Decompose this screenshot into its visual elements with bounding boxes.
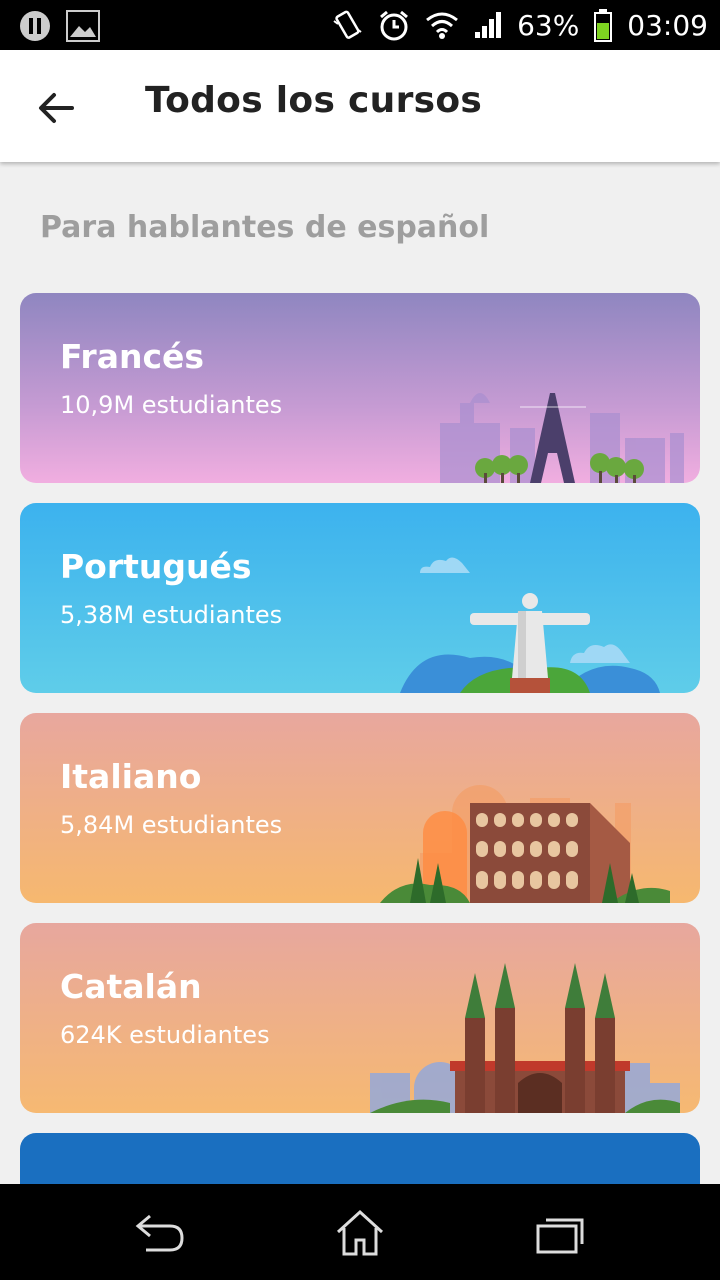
battery-icon [594,9,613,42]
course-students: 10,9M estudiantes [60,391,283,419]
pause-icon [20,11,50,41]
battery-percent: 63% [517,8,580,42]
course-name: Portugués [60,547,252,586]
status-bar: 63% 03:09 [0,0,720,50]
clock: 03:09 [627,8,708,42]
section-heading: Para hablantes de español [40,210,490,245]
course-students: 5,38M estudiantes [60,601,283,629]
app-bar: Todos los cursos [0,50,720,162]
course-name: Catalán [60,967,202,1006]
nav-home-icon[interactable] [332,1208,388,1258]
page-title: Todos los cursos [145,80,483,121]
image-icon [66,10,100,42]
course-students: 5,84M estudiantes [60,811,283,839]
course-students: 624K estudiantes [60,1021,270,1049]
course-card-portugues[interactable]: Portugués 5,38M estudiantes [20,503,700,693]
wifi-icon [426,12,458,39]
course-name: Italiano [60,757,202,796]
alarm-icon [380,10,409,41]
system-nav-bar [0,1184,720,1280]
castle-illustration [370,963,680,1113]
course-card-catalan[interactable]: Catalán 624K estudiantes [20,923,700,1113]
eiffel-tower-illustration [440,393,684,483]
christ-redeemer-illustration [400,557,660,693]
nav-back-icon[interactable] [132,1208,188,1258]
colosseum-illustration [380,785,670,903]
back-arrow-icon[interactable] [32,84,80,132]
course-name: Francés [60,337,205,376]
course-card-frances[interactable]: Francés 10,9M estudiantes [20,293,700,483]
vibrate-icon [333,10,362,39]
signal-icon [475,12,502,38]
course-card-italiano[interactable]: Italiano 5,84M estudiantes [20,713,700,903]
nav-recents-icon[interactable] [532,1208,588,1258]
